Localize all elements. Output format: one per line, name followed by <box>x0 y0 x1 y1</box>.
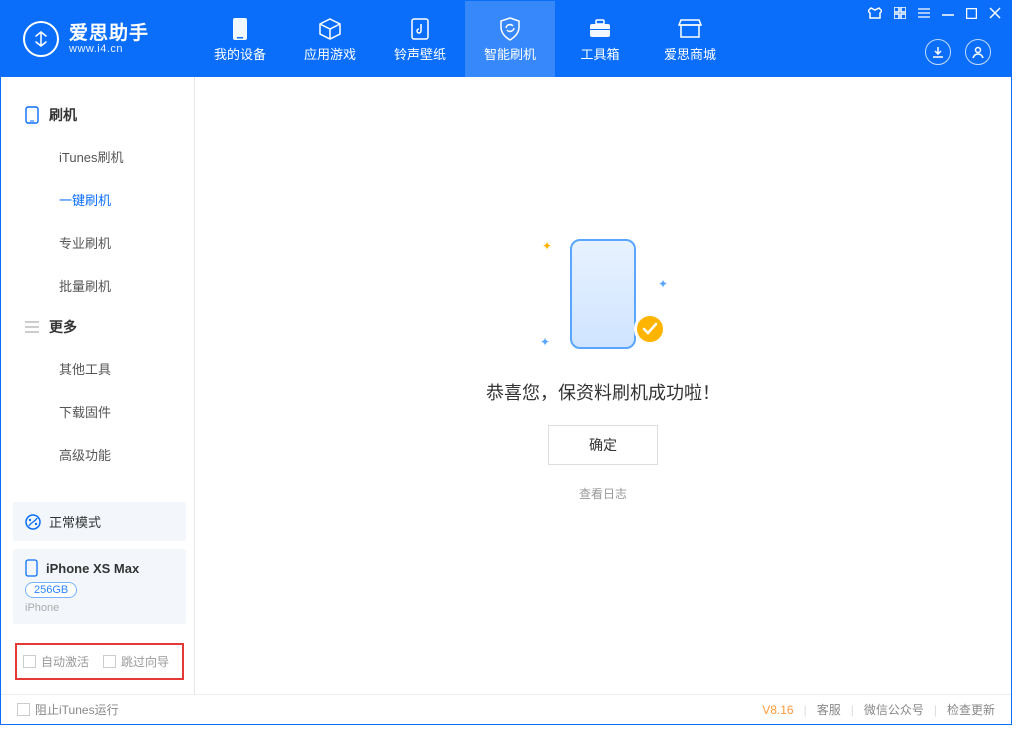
nav-apps-games[interactable]: 应用游戏 <box>285 1 375 77</box>
confirm-button[interactable]: 确定 <box>548 425 658 465</box>
sidebar-item-download-firmware[interactable]: 下载固件 <box>1 390 194 433</box>
nav-my-device[interactable]: 我的设备 <box>195 1 285 77</box>
menu-icon[interactable] <box>918 8 930 18</box>
app-name: 爱思助手 <box>69 24 149 43</box>
download-icon[interactable] <box>925 39 951 65</box>
maximize-icon[interactable] <box>966 8 977 19</box>
device-type: iPhone <box>25 602 174 614</box>
checkbox-label: 自动激活 <box>41 653 89 670</box>
nav-label: 应用游戏 <box>304 44 356 63</box>
nav-toolbox[interactable]: 工具箱 <box>555 1 645 77</box>
sidebar-group-title: 更多 <box>49 317 77 337</box>
mode-icon <box>25 514 41 530</box>
success-illustration: ✦ ✦ ✦ <box>538 229 668 359</box>
toolbox-icon <box>587 16 613 42</box>
version-label: V8.16 <box>762 703 793 717</box>
device-mode-label: 正常模式 <box>49 512 101 531</box>
device-card[interactable]: iPhone XS Max 256GB iPhone <box>13 549 186 624</box>
nav-label: 我的设备 <box>214 44 266 63</box>
device-mode[interactable]: 正常模式 <box>13 502 186 541</box>
nav-store[interactable]: 爱思商城 <box>645 1 735 77</box>
close-icon[interactable] <box>989 7 1001 19</box>
phone-icon <box>570 239 636 349</box>
footer-link-support[interactable]: 客服 <box>817 701 841 718</box>
nav-label: 爱思商城 <box>664 44 716 63</box>
nav-label: 智能刷机 <box>484 44 536 63</box>
main-content: ✦ ✦ ✦ 恭喜您，保资料刷机成功啦！ 确定 查看日志 <box>195 77 1011 694</box>
block-itunes-checkbox[interactable]: 阻止iTunes运行 <box>17 701 119 718</box>
shirt-icon[interactable] <box>868 7 882 19</box>
store-icon <box>677 16 703 42</box>
footer-link-wechat[interactable]: 微信公众号 <box>864 701 924 718</box>
device-capacity: 256GB <box>25 582 77 598</box>
sidebar-item-oneclick[interactable]: 一键刷机 <box>1 178 194 221</box>
sidebar: 刷机 iTunes刷机 一键刷机 专业刷机 批量刷机 更多 其他工具 下载固件 … <box>1 77 195 694</box>
sidebar-item-itunes[interactable]: iTunes刷机 <box>1 135 194 178</box>
music-file-icon <box>407 16 433 42</box>
phone-small-icon <box>25 559 38 577</box>
checkbox-label: 跳过向导 <box>121 653 169 670</box>
app-logo: 爱思助手 www.i4.cn <box>23 21 195 57</box>
sidebar-group-title: 刷机 <box>49 105 77 125</box>
app-header: 爱思助手 www.i4.cn 我的设备 应用游戏 铃声壁纸 智能刷机 <box>1 1 1011 77</box>
checkbox-label: 阻止iTunes运行 <box>35 701 119 718</box>
sidebar-item-pro[interactable]: 专业刷机 <box>1 221 194 264</box>
options-row: 自动激活 跳过向导 <box>15 643 184 680</box>
sidebar-item-other-tools[interactable]: 其他工具 <box>1 347 194 390</box>
header-right-icons <box>925 39 991 65</box>
sidebar-item-batch[interactable]: 批量刷机 <box>1 264 194 307</box>
nav-tabs: 我的设备 应用游戏 铃声壁纸 智能刷机 工具箱 爱思商城 <box>195 1 735 77</box>
logo-icon <box>23 21 59 57</box>
device-icon <box>25 106 39 124</box>
app-url: www.i4.cn <box>69 43 149 55</box>
shield-refresh-icon <box>497 16 523 42</box>
sidebar-item-advanced[interactable]: 高级功能 <box>1 433 194 476</box>
device-name-label: iPhone XS Max <box>46 561 139 576</box>
sidebar-group-flash: 刷机 <box>1 95 194 135</box>
success-message: 恭喜您，保资料刷机成功啦！ <box>486 379 720 405</box>
footer: 阻止iTunes运行 V8.16 | 客服 | 微信公众号 | 检查更新 <box>1 694 1011 724</box>
nav-label: 铃声壁纸 <box>394 44 446 63</box>
auto-activate-checkbox[interactable]: 自动激活 <box>23 653 89 670</box>
view-log-link[interactable]: 查看日志 <box>579 485 627 502</box>
cube-icon <box>317 16 343 42</box>
checkbox-icon <box>17 703 30 716</box>
checkbox-icon <box>23 655 36 668</box>
footer-link-update[interactable]: 检查更新 <box>947 701 995 718</box>
sidebar-group-more: 更多 <box>1 307 194 347</box>
user-icon[interactable] <box>965 39 991 65</box>
skip-guide-checkbox[interactable]: 跳过向导 <box>103 653 169 670</box>
nav-label: 工具箱 <box>580 44 619 63</box>
window-controls <box>868 7 1001 19</box>
device-panel: 正常模式 iPhone XS Max 256GB iPhone <box>13 502 186 624</box>
nav-smart-flash[interactable]: 智能刷机 <box>465 1 555 77</box>
list-icon <box>25 321 39 333</box>
phone-icon <box>227 16 253 42</box>
check-badge-icon <box>634 313 666 345</box>
grid-icon[interactable] <box>894 7 906 19</box>
minimize-icon[interactable] <box>942 7 954 19</box>
checkbox-icon <box>103 655 116 668</box>
nav-ringtones[interactable]: 铃声壁纸 <box>375 1 465 77</box>
